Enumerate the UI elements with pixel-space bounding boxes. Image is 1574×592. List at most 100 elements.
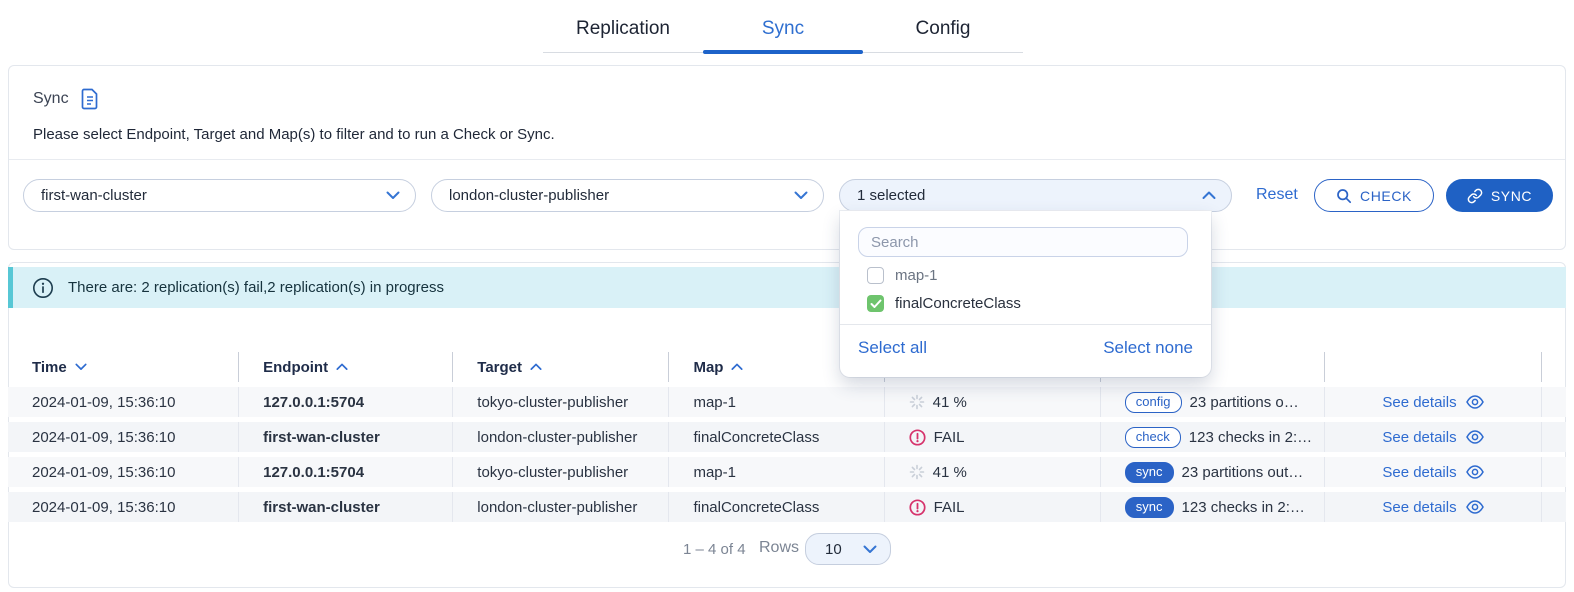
chevron-up-icon xyxy=(1202,191,1216,200)
eye-icon xyxy=(1466,395,1484,409)
cell-target: london-cluster-publisher xyxy=(453,422,669,452)
cell-map: finalConcreteClass xyxy=(669,492,884,522)
cell-target: london-cluster-publisher xyxy=(453,492,669,522)
chevron-down-icon xyxy=(386,191,400,200)
divider xyxy=(840,324,1211,325)
pagination-range: 1 – 4 of 4 xyxy=(683,541,746,558)
cell-endpoint: 127.0.0.1:5704 xyxy=(239,387,453,417)
eye-icon xyxy=(1466,430,1484,444)
map-multiselect[interactable]: 1 selected xyxy=(839,179,1232,212)
sort-desc-icon xyxy=(75,363,87,371)
select-all-link[interactable]: Select all xyxy=(858,338,927,358)
info-banner: There are: 2 replication(s) fail,2 repli… xyxy=(8,267,1566,308)
info-circle-icon xyxy=(32,277,54,299)
link-icon xyxy=(1467,188,1483,204)
sort-asc-icon xyxy=(530,363,542,371)
cell-time: 2024-01-09, 15:36:10 xyxy=(8,492,239,522)
tab-sync[interactable]: Sync xyxy=(703,8,863,52)
sync-filter-card: Sync Please select Endpoint, Target and … xyxy=(8,65,1566,250)
cell-map: finalConcreteClass xyxy=(669,422,884,452)
banner-text: There are: 2 replication(s) fail,2 repli… xyxy=(68,279,444,296)
endpoint-select[interactable]: first-wan-cluster xyxy=(23,179,416,212)
table-row: 2024-01-09, 15:36:10 first-wan-cluster l… xyxy=(8,422,1566,452)
tab-bar: Replication Sync Config xyxy=(543,8,1023,53)
cell-status: FAIL xyxy=(885,492,1101,522)
cell-map: map-1 xyxy=(669,457,884,487)
sync-page: Replication Sync Config Sync Please sele… xyxy=(0,0,1574,592)
cell-message: check 123 checks in 2:… xyxy=(1101,422,1325,452)
search-icon xyxy=(1336,188,1352,204)
divider xyxy=(9,159,1565,160)
status-badge: sync xyxy=(1125,462,1174,483)
table-row: 2024-01-09, 15:36:10 first-wan-cluster l… xyxy=(8,492,1566,522)
row-spacer xyxy=(1542,457,1566,487)
column-header-time[interactable]: Time xyxy=(8,352,239,382)
sync-button[interactable]: SYNC xyxy=(1446,179,1553,212)
rows-per-page-value: 10 xyxy=(825,541,842,558)
column-label: Map xyxy=(693,359,723,376)
select-none-link[interactable]: Select none xyxy=(1103,338,1193,358)
map-option-label: finalConcreteClass xyxy=(895,295,1021,312)
row-spacer xyxy=(1542,492,1566,522)
check-button[interactable]: CHECK xyxy=(1314,179,1434,212)
spinner-icon xyxy=(909,464,925,480)
checkbox-unchecked[interactable] xyxy=(867,267,884,284)
table-header-row: Time Endpoint Target Map Status Message xyxy=(8,352,1566,382)
status-badge: config xyxy=(1125,392,1182,413)
see-details-label: See details xyxy=(1382,464,1456,481)
see-details-link[interactable]: See details xyxy=(1382,394,1483,411)
check-button-label: CHECK xyxy=(1360,188,1412,204)
spinner-icon xyxy=(909,394,925,410)
reset-link[interactable]: Reset xyxy=(1256,186,1298,204)
see-details-link[interactable]: See details xyxy=(1382,499,1483,516)
sort-asc-icon xyxy=(731,363,743,371)
cell-endpoint: first-wan-cluster xyxy=(239,422,453,452)
column-header-target[interactable]: Target xyxy=(453,352,669,382)
see-details-label: See details xyxy=(1382,499,1456,516)
sync-title-label: Sync xyxy=(33,90,69,108)
cell-endpoint: first-wan-cluster xyxy=(239,492,453,522)
status-progress-value: 41 % xyxy=(933,394,967,411)
target-select[interactable]: london-cluster-publisher xyxy=(431,179,824,212)
map-select-value: 1 selected xyxy=(857,187,925,204)
cell-status: FAIL xyxy=(885,422,1101,452)
search-input[interactable] xyxy=(858,227,1188,257)
sort-asc-icon xyxy=(336,363,348,371)
message-text: 23 partitions o… xyxy=(1190,394,1299,411)
map-option-map-1[interactable]: map-1 xyxy=(867,267,938,284)
column-header-spacer xyxy=(1542,352,1566,382)
checkbox-checked[interactable] xyxy=(867,295,884,312)
message-text: 23 partitions out… xyxy=(1182,464,1304,481)
tab-config[interactable]: Config xyxy=(863,8,1023,52)
alert-circle-icon xyxy=(909,429,926,446)
see-details-link[interactable]: See details xyxy=(1382,429,1483,446)
tab-replication[interactable]: Replication xyxy=(543,8,703,52)
alert-circle-icon xyxy=(909,499,926,516)
see-details-label: See details xyxy=(1382,429,1456,446)
column-label: Endpoint xyxy=(263,359,328,376)
map-option-finalconcreteclass[interactable]: finalConcreteClass xyxy=(867,295,1021,312)
cell-message: sync 23 partitions out… xyxy=(1101,457,1325,487)
status-badge: sync xyxy=(1125,497,1174,518)
row-spacer xyxy=(1542,422,1566,452)
cell-target: tokyo-cluster-publisher xyxy=(453,387,669,417)
see-details-link[interactable]: See details xyxy=(1382,464,1483,481)
table-row: 2024-01-09, 15:36:10 127.0.0.1:5704 toky… xyxy=(8,387,1566,417)
eye-icon xyxy=(1466,500,1484,514)
cell-time: 2024-01-09, 15:36:10 xyxy=(8,422,239,452)
table-row: 2024-01-09, 15:36:10 127.0.0.1:5704 toky… xyxy=(8,457,1566,487)
cell-target: tokyo-cluster-publisher xyxy=(453,457,669,487)
column-header-endpoint[interactable]: Endpoint xyxy=(239,352,453,382)
rows-per-page-label: Rows xyxy=(759,539,799,557)
message-text: 123 checks in 2:… xyxy=(1189,429,1312,446)
map-option-label: map-1 xyxy=(895,267,938,284)
cell-details: See details xyxy=(1325,457,1542,487)
sync-button-label: SYNC xyxy=(1491,188,1532,204)
cell-message: sync 123 checks in 2:… xyxy=(1101,492,1325,522)
column-label: Time xyxy=(32,359,67,376)
rows-per-page-select[interactable]: 10 xyxy=(805,533,891,565)
cell-status: 41 % xyxy=(885,457,1101,487)
document-icon[interactable] xyxy=(80,88,100,110)
cell-time: 2024-01-09, 15:36:10 xyxy=(8,457,239,487)
instructions-text: Please select Endpoint, Target and Map(s… xyxy=(33,126,555,143)
